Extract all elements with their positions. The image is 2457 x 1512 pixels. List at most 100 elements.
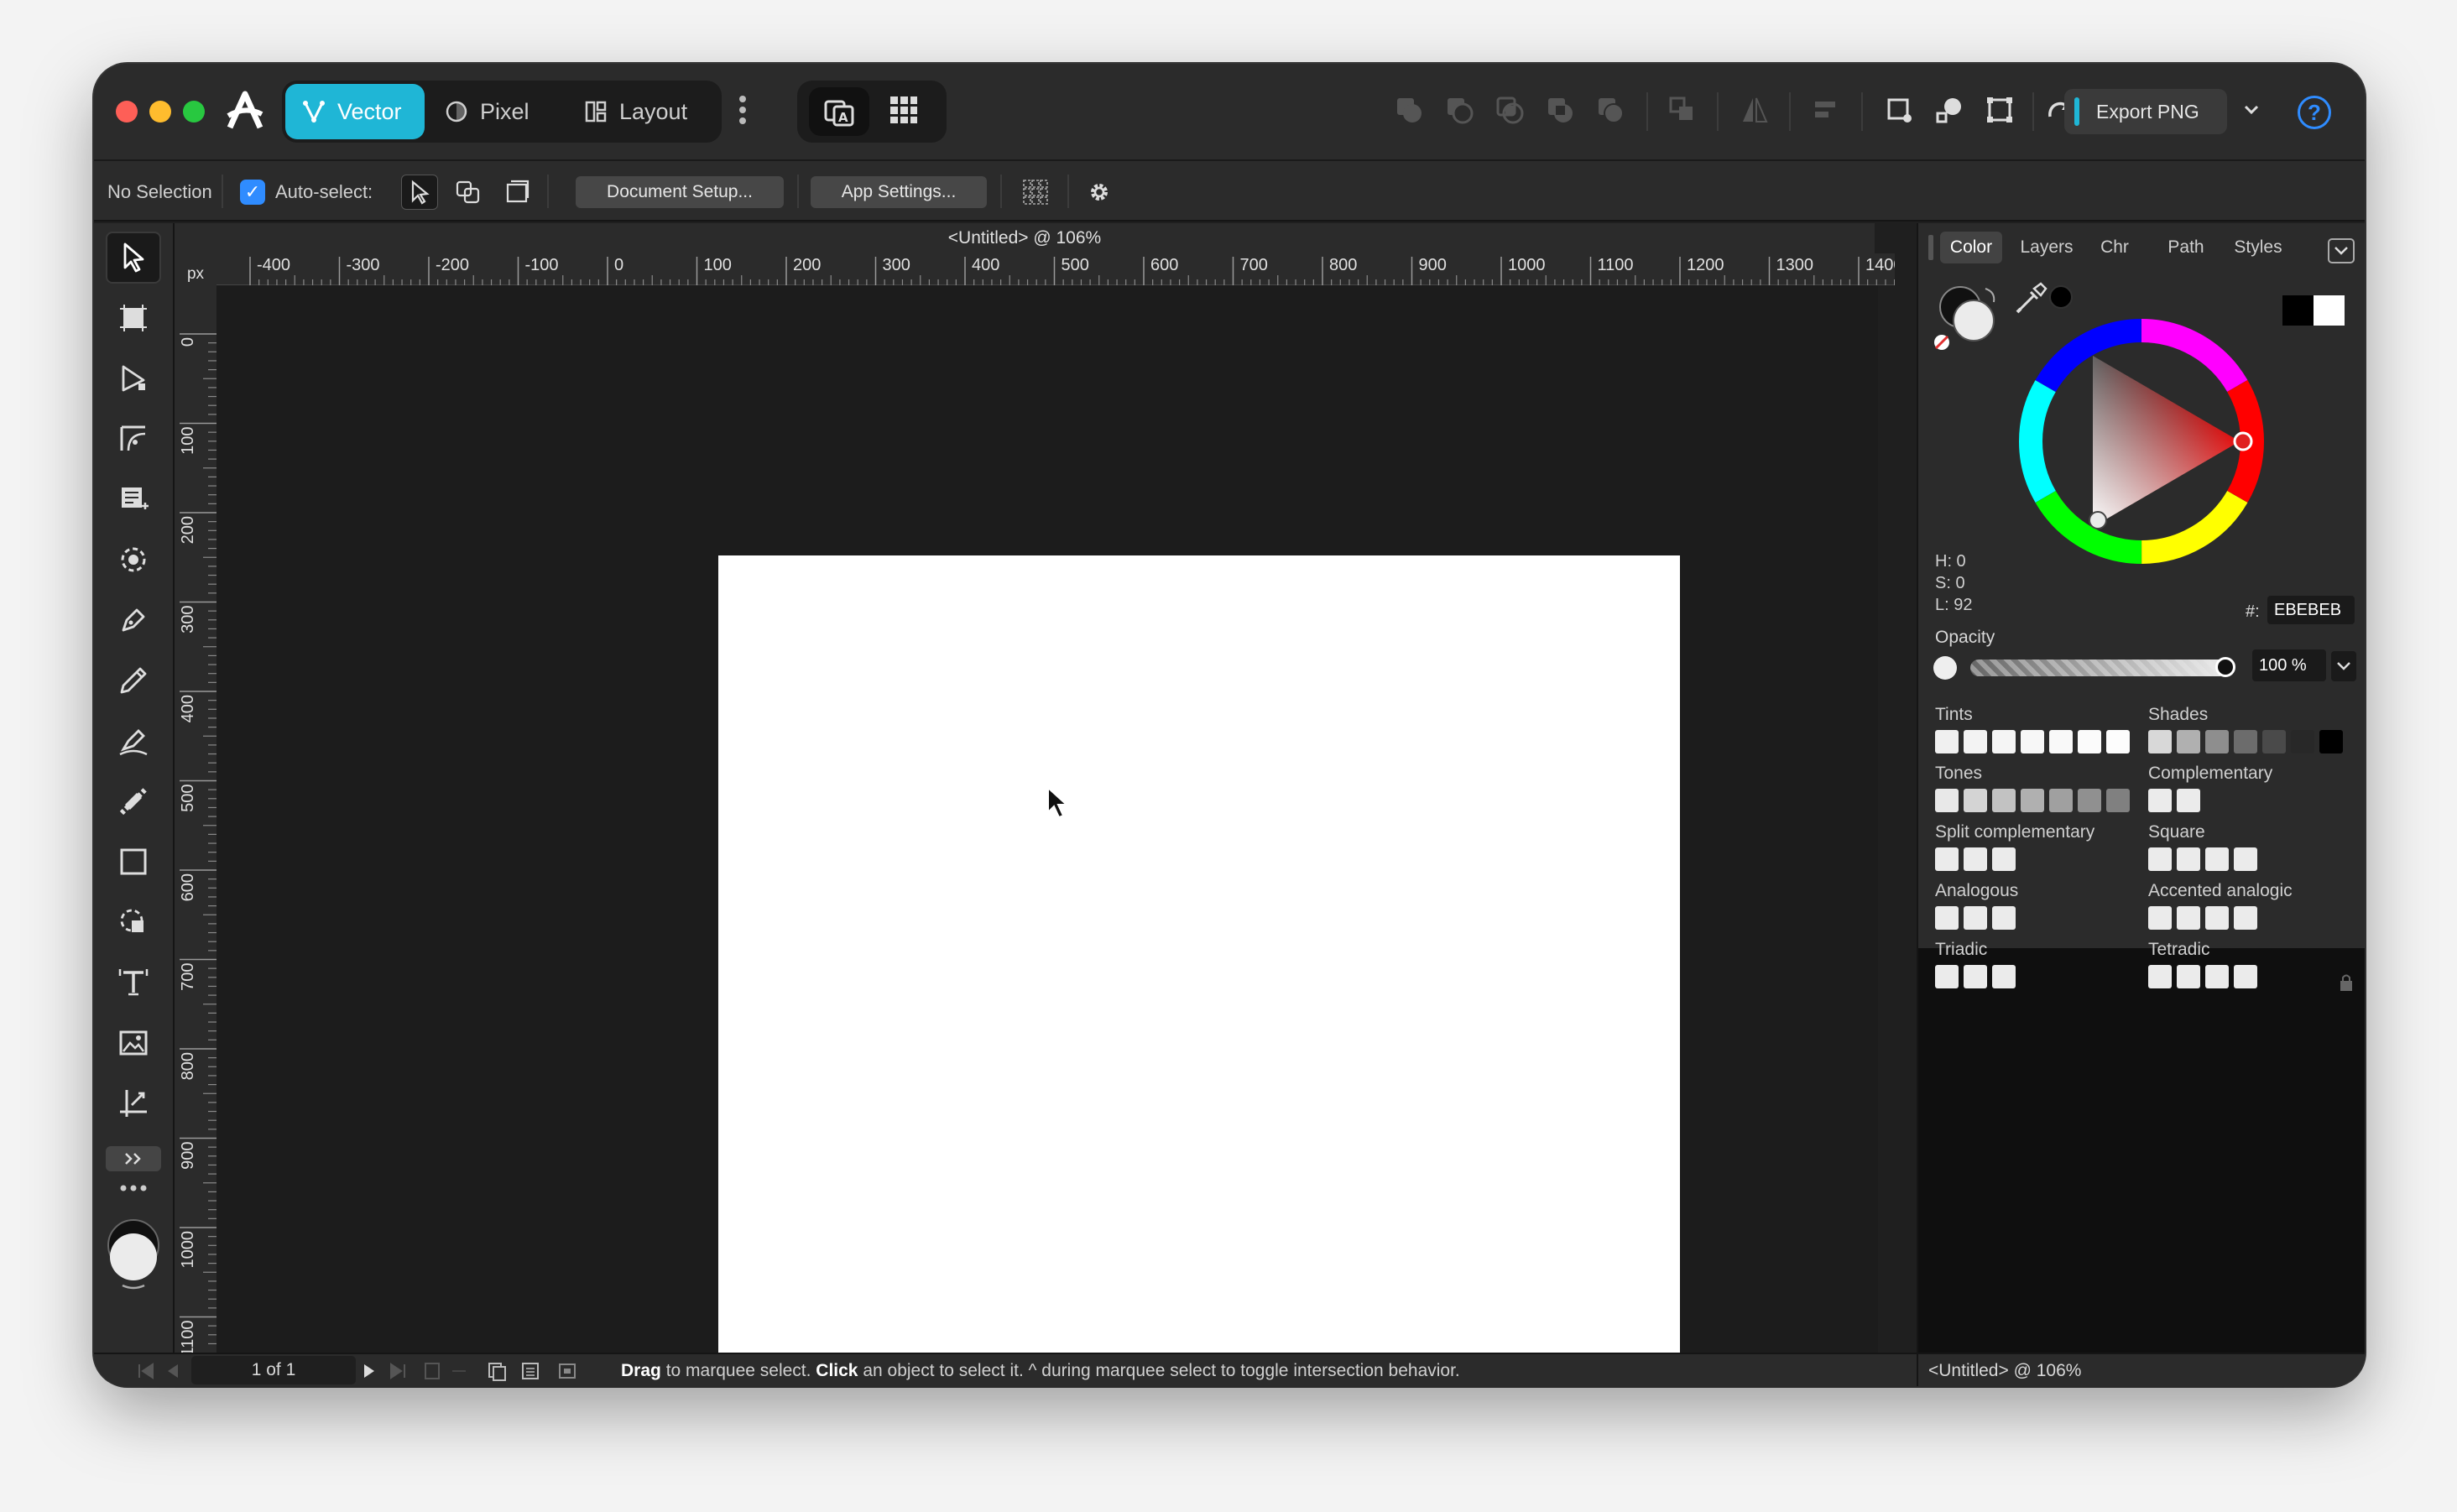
subtract-boolean-icon[interactable] <box>1438 89 1480 131</box>
persona-layout[interactable]: Layout <box>567 84 718 139</box>
slice-tool-icon[interactable] <box>106 1077 161 1129</box>
help-button[interactable]: ? <box>2298 96 2331 129</box>
previous-page-icon[interactable] <box>164 1363 181 1379</box>
close-window-button[interactable] <box>116 101 138 123</box>
grid-options-icon[interactable] <box>1017 175 1054 210</box>
color-swatch[interactable] <box>1964 730 1987 753</box>
intersect-boolean-icon[interactable] <box>1489 89 1531 131</box>
fill-tool-icon[interactable] <box>106 775 161 827</box>
color-swatch[interactable] <box>2177 965 2200 988</box>
place-image-tool-icon[interactable] <box>106 896 161 948</box>
node-edit-icon[interactable] <box>1928 89 1970 131</box>
select-contain-mode-icon[interactable] <box>498 175 535 210</box>
rectangle-tool-icon[interactable] <box>106 836 161 888</box>
color-swatch[interactable] <box>2148 965 2172 988</box>
document-artboard[interactable] <box>718 555 1680 1386</box>
color-swatch[interactable] <box>1992 847 2016 871</box>
artistic-text-tool-icon[interactable] <box>106 957 161 1009</box>
auto-select-checkbox[interactable]: ✓ <box>240 180 265 205</box>
image-tool-icon[interactable] <box>106 1017 161 1069</box>
more-options-icon[interactable] <box>722 89 764 131</box>
color-swatch[interactable] <box>2049 730 2073 753</box>
rotate-tool-icon[interactable] <box>106 534 161 586</box>
duplicate-page-icon[interactable] <box>487 1361 507 1381</box>
select-arrow-mode-icon[interactable] <box>401 175 438 210</box>
color-swatch[interactable] <box>1935 906 1959 930</box>
color-swatch[interactable] <box>2319 730 2343 753</box>
page-indicator[interactable]: 1 of 1 <box>191 1356 356 1384</box>
color-swatch[interactable] <box>1935 965 1959 988</box>
export-png-button[interactable]: Export PNG <box>2064 89 2227 134</box>
panel-grip[interactable] <box>1928 235 1933 260</box>
color-swatch[interactable] <box>1992 789 2016 812</box>
transform-origin-icon[interactable] <box>1878 89 1920 131</box>
next-page-icon[interactable] <box>361 1363 378 1379</box>
align-left-icon[interactable] <box>1806 89 1848 131</box>
move-tool-icon[interactable] <box>106 232 161 284</box>
artboard-tool-icon[interactable] <box>106 292 161 344</box>
color-swatch[interactable] <box>2205 965 2229 988</box>
color-swatch[interactable] <box>1935 730 1959 753</box>
affinity-logo-icon[interactable] <box>225 89 265 133</box>
pen-tool-icon[interactable] <box>106 594 161 646</box>
opacity-slider[interactable] <box>1970 657 2235 677</box>
lock-icon[interactable] <box>2338 972 2355 993</box>
color-swatch[interactable] <box>2262 730 2286 753</box>
color-swatch[interactable] <box>2291 730 2314 753</box>
frame-text-tool-icon[interactable] <box>106 473 161 525</box>
tab-styles[interactable]: Styles <box>2224 232 2293 263</box>
bounding-box-icon[interactable] <box>1979 89 2021 131</box>
grid-snap-icon[interactable] <box>883 89 925 131</box>
color-swatch[interactable] <box>2021 789 2044 812</box>
color-swatch[interactable] <box>1964 965 1987 988</box>
page-thumbnail-icon[interactable] <box>557 1361 577 1381</box>
panel-menu-chevron-icon[interactable] <box>2328 238 2355 263</box>
last-page-icon[interactable] <box>388 1363 408 1379</box>
color-swatch[interactable] <box>2148 730 2172 753</box>
xor-boolean-icon[interactable] <box>1539 89 1581 131</box>
color-swatch[interactable] <box>2234 906 2257 930</box>
color-swatch[interactable] <box>2234 965 2257 988</box>
color-swatch[interactable] <box>2078 789 2101 812</box>
hex-input[interactable]: EBEBEB <box>2267 596 2355 624</box>
color-swatch[interactable] <box>2148 906 2172 930</box>
eyedropper-icon[interactable] <box>2012 280 2049 317</box>
flip-horizontal-icon[interactable] <box>1734 89 1776 131</box>
color-swatch[interactable] <box>2148 789 2172 812</box>
fill-stroke-swatch[interactable] <box>106 1213 161 1294</box>
delete-page-icon[interactable] <box>450 1361 468 1381</box>
color-swatch[interactable] <box>1935 847 1959 871</box>
color-swatch[interactable] <box>1964 906 1987 930</box>
color-swatch[interactable] <box>2234 730 2257 753</box>
color-swatch[interactable] <box>2205 847 2229 871</box>
color-swatch[interactable] <box>2021 730 2044 753</box>
horizontal-ruler[interactable]: -400 -300 -200 -100 0 100 200 300 400 500 600 700 80… <box>216 253 1895 285</box>
color-wheel[interactable] <box>2016 315 2267 567</box>
add-page-icon[interactable] <box>423 1361 441 1381</box>
gear-icon[interactable] <box>1081 175 1118 210</box>
pencil-tool-icon[interactable] <box>106 654 161 706</box>
first-page-icon[interactable] <box>136 1363 156 1379</box>
select-intersect-mode-icon[interactable] <box>450 175 487 210</box>
app-settings-button[interactable]: App Settings... <box>811 176 987 208</box>
tab-color[interactable]: Color <box>1940 232 2002 263</box>
opacity-dropdown-chevron-icon[interactable] <box>2331 651 2356 681</box>
expand-tools-icon[interactable] <box>106 1146 161 1171</box>
add-boolean-icon[interactable] <box>1388 89 1430 131</box>
opacity-slider-handle[interactable] <box>2215 657 2235 677</box>
page-options-icon[interactable] <box>520 1361 540 1381</box>
color-swatch[interactable] <box>1992 906 2016 930</box>
tab-path[interactable]: Path <box>2158 232 2214 263</box>
persona-vector[interactable]: Vector <box>285 84 425 139</box>
text-frame-snap-icon[interactable]: A <box>809 87 869 136</box>
zoom-window-button[interactable] <box>183 101 205 123</box>
color-swatch[interactable] <box>2205 906 2229 930</box>
divide-boolean-icon[interactable] <box>1589 89 1631 131</box>
color-swatch[interactable] <box>2049 789 2073 812</box>
color-swatch[interactable] <box>2148 847 2172 871</box>
black-white-swatches[interactable] <box>2282 295 2345 326</box>
color-swatch[interactable] <box>2205 730 2229 753</box>
color-swatch[interactable] <box>1935 789 1959 812</box>
vertical-ruler[interactable]: 0 100 200 300 400 500 600 700 800 900 1000 1100 <box>175 285 216 1353</box>
vector-brush-tool-icon[interactable] <box>106 715 161 767</box>
